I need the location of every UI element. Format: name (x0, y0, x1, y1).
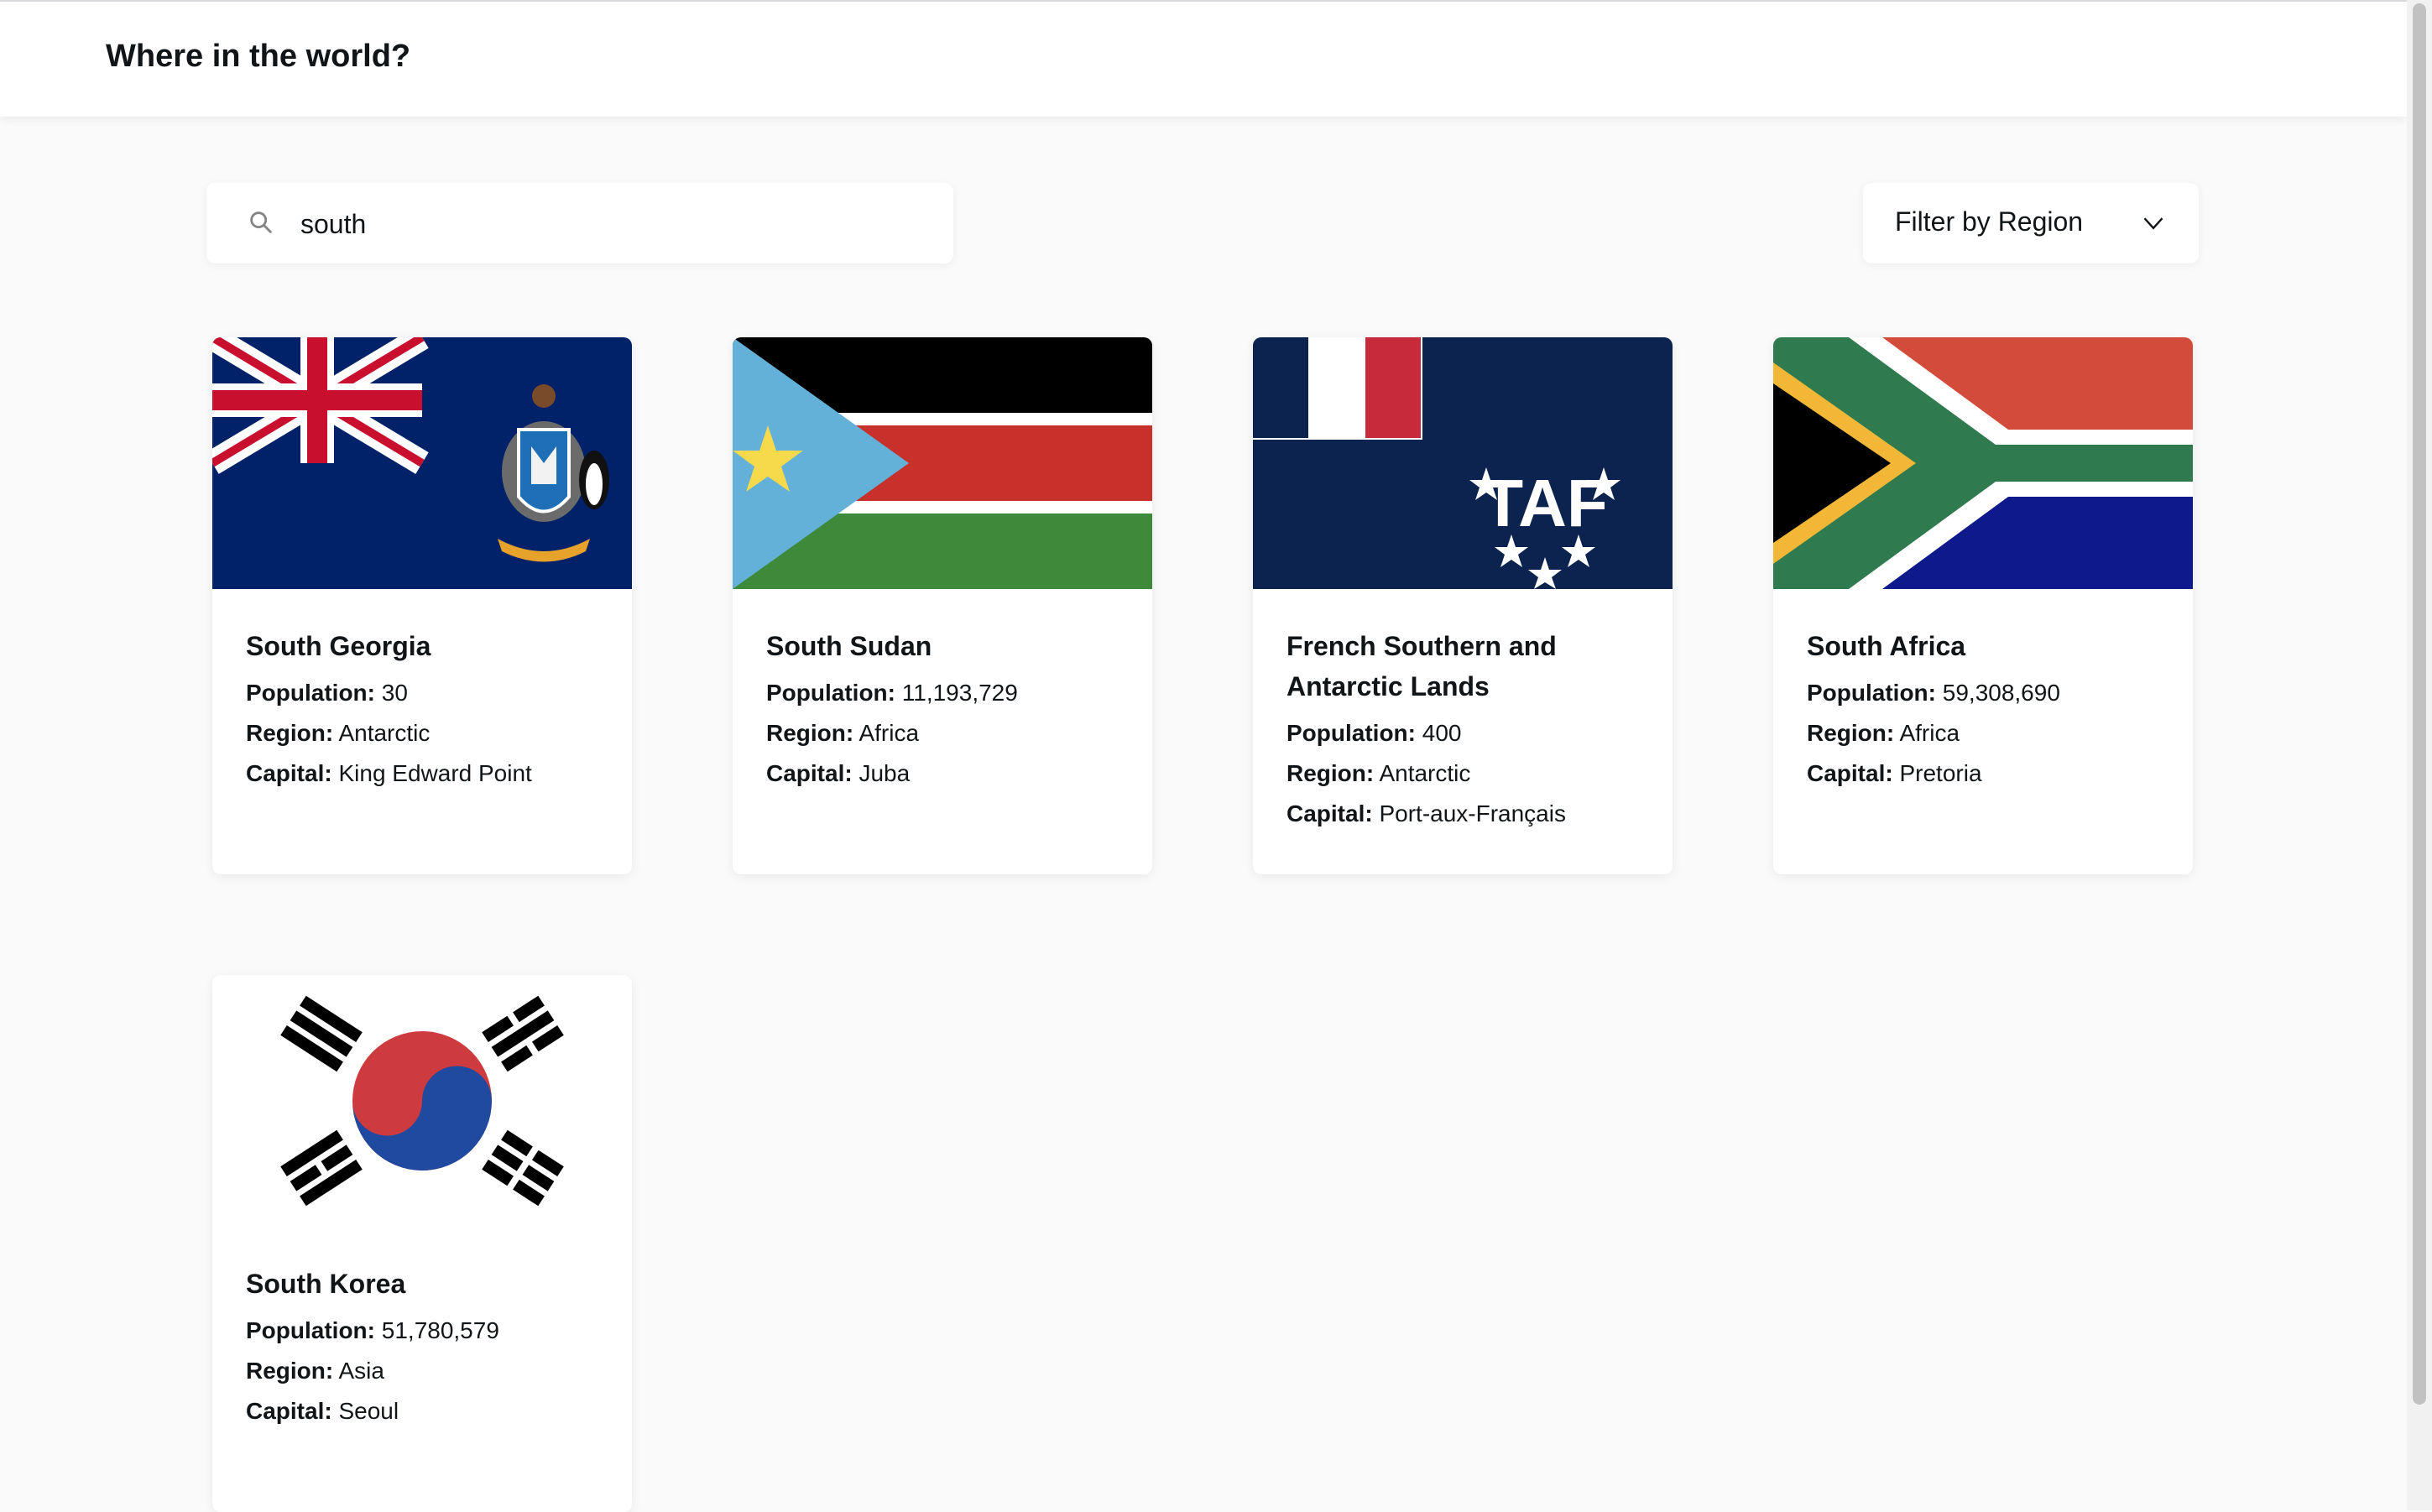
capital-label: Capital: (1286, 800, 1373, 826)
region-value: Antarctic (338, 720, 431, 746)
population-value: 59,308,690 (1942, 680, 2060, 706)
country-details: Population: 30 Region: Antarctic Capital… (246, 673, 615, 794)
capital-label: Capital: (246, 760, 332, 786)
south-georgia-flag (212, 337, 632, 589)
population-value: 400 (1422, 720, 1462, 746)
country-card[interactable]: South Georgia Population: 30 Region: Ant… (212, 337, 632, 874)
population-value: 51,780,579 (381, 1317, 499, 1343)
region-value: Africa (1899, 720, 1960, 746)
capital-value: Juba (859, 760, 911, 786)
scrollbar-thumb[interactable] (2413, 3, 2426, 1405)
country-flag (733, 337, 1152, 589)
region-value: Antarctic (1379, 760, 1471, 786)
country-details: Population: 51,780,579 Region: Asia Capi… (246, 1311, 615, 1431)
population-label: Population: (766, 680, 895, 706)
capital-label: Capital: (246, 1398, 332, 1424)
population-label: Population: (1286, 720, 1416, 746)
south-sudan-flag (733, 337, 1152, 589)
capital-value: King Edward Point (338, 760, 532, 786)
svg-text:TAF: TAF (1482, 466, 1608, 540)
country-card[interactable]: South Korea Population: 51,780,579 Regio… (212, 975, 632, 1512)
country-card[interactable]: South Africa Population: 59,308,690 Regi… (1773, 337, 2193, 874)
country-details: Population: 11,193,729 Region: Africa Ca… (766, 673, 1135, 794)
country-name: South Africa (1807, 631, 1966, 661)
region-label: Region: (246, 1358, 334, 1384)
capital-value: Pretoria (1899, 760, 1982, 786)
country-details: Population: 59,308,690 Region: Africa Ca… (1807, 673, 2176, 794)
south-korea-flag (212, 975, 632, 1227)
french-southern-flag: TAF (1253, 337, 1673, 589)
country-flag (212, 337, 632, 589)
region-label: Region: (1807, 720, 1895, 746)
capital-value: Seoul (338, 1398, 399, 1424)
page-scrollbar[interactable] (2407, 0, 2432, 1510)
search-box[interactable] (206, 183, 953, 265)
region-label: Region: (1286, 760, 1375, 786)
country-flag: TAF (1253, 337, 1673, 589)
south-africa-flag (1773, 337, 2193, 589)
country-name: French Southern and Antarctic Lands (1286, 631, 1557, 701)
region-filter-dropdown[interactable]: Filter by Region (1863, 183, 2199, 263)
country-flag (1773, 337, 2193, 589)
region-value: Asia (338, 1358, 384, 1384)
country-card[interactable]: South Sudan Population: 11,193,729 Regio… (733, 337, 1152, 874)
search-icon (250, 211, 272, 233)
country-card[interactable]: TAF French Southern and Antarctic Lands … (1253, 337, 1673, 874)
region-label: Region: (246, 720, 334, 746)
country-details: Population: 400 Region: Antarctic Capita… (1286, 713, 1656, 834)
country-flag (212, 975, 632, 1227)
capital-value: Port-aux-Français (1379, 800, 1566, 826)
region-label: Region: (766, 720, 854, 746)
chevron-down-icon (2143, 217, 2163, 230)
country-name: South Georgia (246, 631, 431, 661)
population-label: Population: (1807, 680, 1936, 706)
country-name: South Korea (246, 1269, 406, 1299)
population-value: 30 (381, 680, 408, 706)
population-label: Population: (246, 680, 375, 706)
capital-label: Capital: (766, 760, 853, 786)
population-value: 11,193,729 (901, 680, 1018, 706)
top-header: Where in the world? (0, 0, 2407, 117)
region-filter-label: Filter by Region (1895, 206, 2084, 237)
region-value: Africa (859, 720, 920, 746)
capital-label: Capital: (1807, 760, 1893, 786)
app-title: Where in the world? (106, 39, 411, 74)
population-label: Population: (246, 1317, 375, 1343)
search-input[interactable] (299, 183, 923, 265)
country-name: South Sudan (766, 631, 932, 661)
